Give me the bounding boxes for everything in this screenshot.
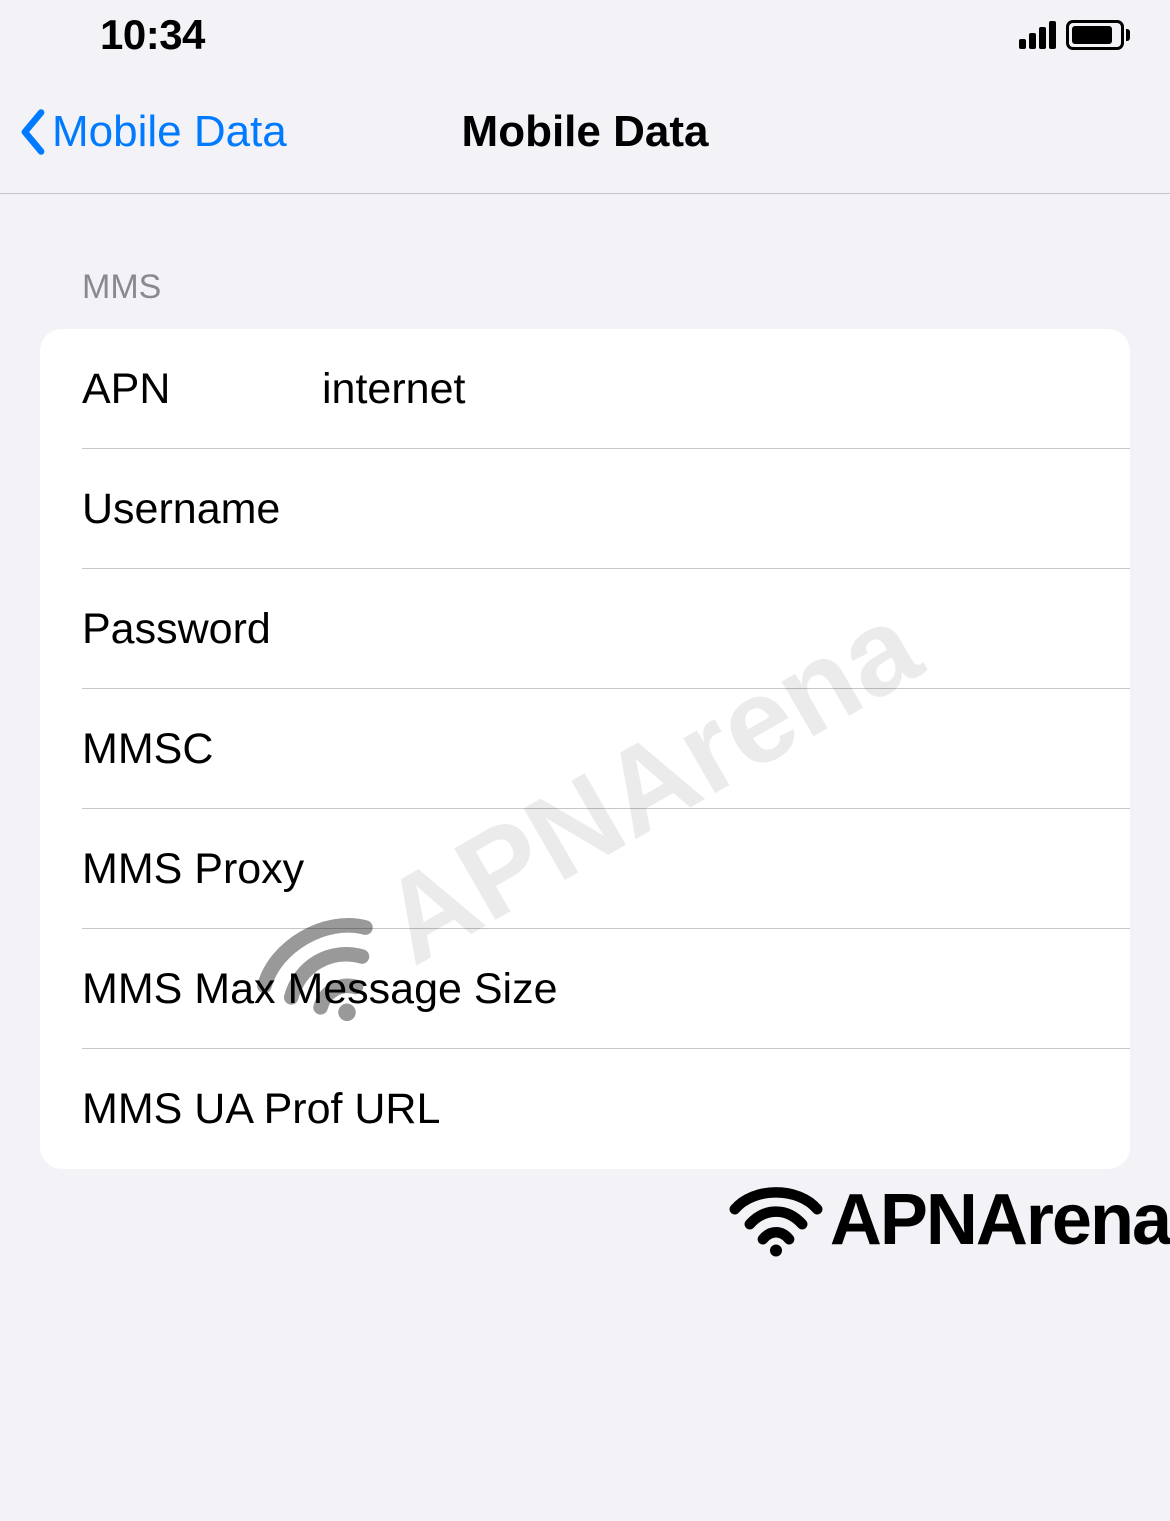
mms-proxy-label: MMS Proxy xyxy=(82,845,304,894)
branding: APNArena xyxy=(726,1179,1170,1261)
mms-settings-group: APN Username Password MMSC MMS Proxy MMS… xyxy=(40,329,1130,1169)
mmsc-label: MMSC xyxy=(82,725,322,774)
signal-icon xyxy=(1019,21,1056,49)
chevron-left-icon xyxy=(20,109,46,155)
username-row[interactable]: Username xyxy=(40,449,1130,569)
apn-input[interactable] xyxy=(322,365,1130,414)
wifi-icon xyxy=(726,1183,826,1258)
mms-proxy-row[interactable]: MMS Proxy xyxy=(40,809,1130,929)
section-header-mms: MMS xyxy=(40,194,1130,329)
navigation-bar: Mobile Data Mobile Data xyxy=(0,70,1170,194)
status-time: 10:34 xyxy=(100,11,205,59)
mms-ua-prof-input[interactable] xyxy=(440,1085,1130,1134)
password-label: Password xyxy=(82,605,322,654)
password-row[interactable]: Password xyxy=(40,569,1130,689)
back-button[interactable]: Mobile Data xyxy=(0,107,287,157)
page-title: Mobile Data xyxy=(462,107,709,157)
username-input[interactable] xyxy=(322,485,1130,534)
branding-text: APNArena xyxy=(830,1179,1170,1261)
mms-max-size-input[interactable] xyxy=(558,965,1130,1014)
back-label: Mobile Data xyxy=(52,107,287,157)
content-area: MMS APN Username Password MMSC MMS Proxy… xyxy=(0,194,1170,1169)
password-input[interactable] xyxy=(322,605,1130,654)
status-bar: 10:34 xyxy=(0,0,1170,70)
battery-icon xyxy=(1066,20,1130,50)
mms-ua-prof-row[interactable]: MMS UA Prof URL xyxy=(40,1049,1130,1169)
mms-max-size-label: MMS Max Message Size xyxy=(82,965,558,1014)
mms-proxy-input[interactable] xyxy=(304,845,1130,894)
apn-row[interactable]: APN xyxy=(40,329,1130,449)
mmsc-input[interactable] xyxy=(322,725,1130,774)
mmsc-row[interactable]: MMSC xyxy=(40,689,1130,809)
username-label: Username xyxy=(82,485,322,534)
apn-label: APN xyxy=(82,365,322,414)
mms-ua-prof-label: MMS UA Prof URL xyxy=(82,1085,440,1134)
mms-max-size-row[interactable]: MMS Max Message Size xyxy=(40,929,1130,1049)
status-indicators xyxy=(1019,20,1130,50)
